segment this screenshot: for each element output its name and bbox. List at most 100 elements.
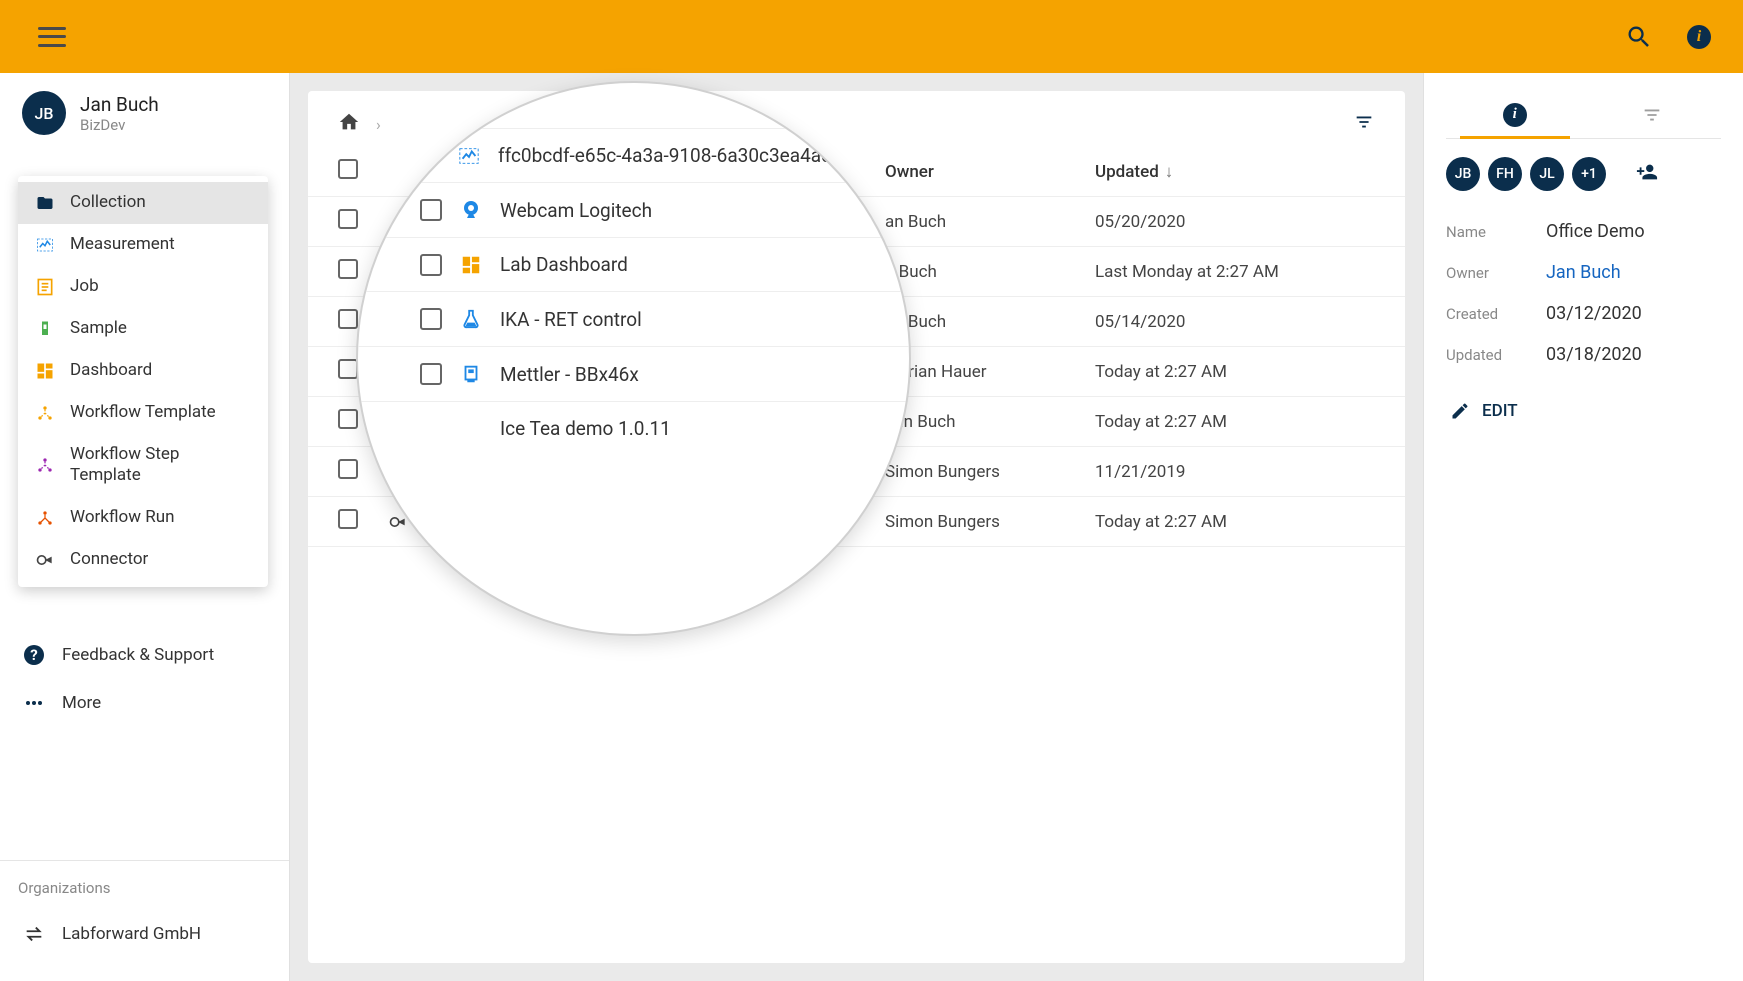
menu-item-label: Dashboard [70,360,252,381]
detail-tab-info[interactable]: i [1446,91,1584,138]
prop-label: Created [1446,305,1546,323]
row-updated: Last Monday at 2:27 AM [1095,262,1375,282]
menu-item-label: Job [70,276,252,297]
flask-icon [458,307,484,331]
magnifier-row-name: Webcam Logitech [500,199,652,222]
detail-prop-updated: Updated 03/18/2020 [1446,334,1721,375]
measurement-icon [34,234,56,256]
magnifier-row-name: Lab Dashboard [500,253,628,276]
row-checkbox[interactable] [338,209,358,229]
menu-item-label: Sample [70,318,252,339]
info-icon: i [1503,103,1527,127]
row-checkbox[interactable] [420,363,442,385]
detail-prop-created: Created 03/12/2020 [1446,293,1721,334]
swap-icon [22,923,46,945]
filter-icon [1353,111,1375,133]
user-block[interactable]: JB Jan Buch BizDev [0,73,289,153]
magnifier-row: Mettler - BBx46x [358,347,909,402]
user-chip[interactable]: JL [1530,157,1564,191]
menu-item-label: Measurement [70,234,252,255]
menu-item-dashboard[interactable]: Dashboard [18,350,268,392]
row-checkbox[interactable] [338,259,358,279]
help-icon: ? [22,643,46,667]
info-icon: i [1687,25,1711,49]
menu-item-connector[interactable]: Connector [18,539,268,581]
prop-label: Name [1446,223,1546,241]
row-owner: n Buch [885,262,1095,282]
row-checkbox[interactable] [338,409,358,429]
main-content: › Owner Updated↓ an Buch 05/20/2020 [290,73,1423,981]
edit-button-label: EDIT [1482,401,1518,421]
menu-item-label: Collection [70,192,252,213]
dashboard-icon [458,254,484,276]
row-owner: Simon Bungers [885,512,1095,532]
add-user-icon [1634,161,1660,183]
magnifier-row-name: IKA - RET control [500,308,642,331]
row-checkbox[interactable] [338,309,358,329]
prop-value: Office Demo [1546,221,1721,242]
user-chip-more[interactable]: +1 [1572,157,1606,191]
search-button[interactable] [1619,17,1659,57]
sidebar-item-label: Feedback & Support [62,645,214,665]
more-icon [22,691,46,715]
user-avatar: JB [22,91,66,135]
breadcrumb-home[interactable] [338,111,360,137]
menu-item-workflow-step[interactable]: Workflow Step Template [18,434,268,497]
detail-prop-name: Name Office Demo [1446,211,1721,252]
menu-item-job[interactable]: Job [18,266,268,308]
organizations-heading: Organizations [0,879,289,911]
create-type-menu: Collection Measurement Job Sample Dashbo… [18,176,268,587]
magnifier-row-name: ffc0bcdf-e65c-4a3a-9108-6a30c3ea4ad5 [498,144,842,167]
magnifier-row: Webcam Logitech [358,183,909,238]
row-checkbox[interactable] [338,359,358,379]
magnifier-row: IKA - RET control [358,292,909,347]
folder-icon [34,192,56,214]
row-updated: 11/21/2019 [1095,462,1375,482]
user-chip[interactable]: FH [1488,157,1522,191]
organization-name: Labforward GmbH [62,924,201,944]
row-owner: Simon Bungers [885,462,1095,482]
sidebar-item-feedback[interactable]: ? Feedback & Support [0,631,289,679]
header-info-button[interactable]: i [1679,17,1719,57]
menu-item-workflow-run[interactable]: Workflow Run [18,497,268,539]
add-user-button[interactable] [1634,161,1660,187]
magnifier-overlay: ffc0bcdf-e65c-4a3a-9108-6a30c3ea4ad5 Web… [356,81,911,636]
row-checkbox[interactable] [338,459,358,479]
detail-users: JB FH JL +1 [1446,139,1721,199]
filter-icon [1641,104,1663,126]
row-owner: Jan Buch [885,412,1095,432]
filter-button[interactable] [1353,111,1375,137]
menu-item-collection[interactable]: Collection [18,182,268,224]
menu-item-sample[interactable]: Sample [18,308,268,350]
prop-label: Owner [1446,264,1546,282]
hamburger-menu-button[interactable] [38,27,66,47]
detail-prop-owner: Owner Jan Buch [1446,252,1721,293]
row-updated: Today at 2:27 AM [1095,412,1375,432]
menu-item-label: Connector [70,549,252,570]
svg-text:?: ? [30,646,37,664]
sort-descending-icon: ↓ [1165,162,1174,182]
row-checkbox[interactable] [338,509,358,529]
edit-button[interactable]: EDIT [1446,393,1721,429]
row-checkbox[interactable] [420,199,442,221]
prop-value-owner-link[interactable]: Jan Buch [1546,262,1721,283]
column-header-owner[interactable]: Owner [885,162,1095,182]
sidebar-item-more[interactable]: More [0,679,289,727]
column-header-updated[interactable]: Updated↓ [1095,162,1375,182]
pencil-icon [1450,401,1470,421]
prop-value: 03/18/2020 [1546,344,1721,365]
select-all-checkbox[interactable] [338,159,358,179]
sidebar-item-organization[interactable]: Labforward GmbH [0,911,289,957]
user-name: Jan Buch [80,93,159,116]
workflow-template-icon [34,402,56,424]
webcam-icon [458,198,484,222]
prop-value: 03/12/2020 [1546,303,1721,324]
user-chip[interactable]: JB [1446,157,1480,191]
menu-item-workflow-template[interactable]: Workflow Template [18,392,268,434]
menu-item-measurement[interactable]: Measurement [18,224,268,266]
detail-tab-filter[interactable] [1584,91,1722,138]
menu-item-label: Workflow Step Template [70,444,252,487]
row-checkbox[interactable] [420,308,442,330]
row-checkbox[interactable] [420,254,442,276]
magnifier-row-name: Mettler - BBx46x [500,363,639,386]
